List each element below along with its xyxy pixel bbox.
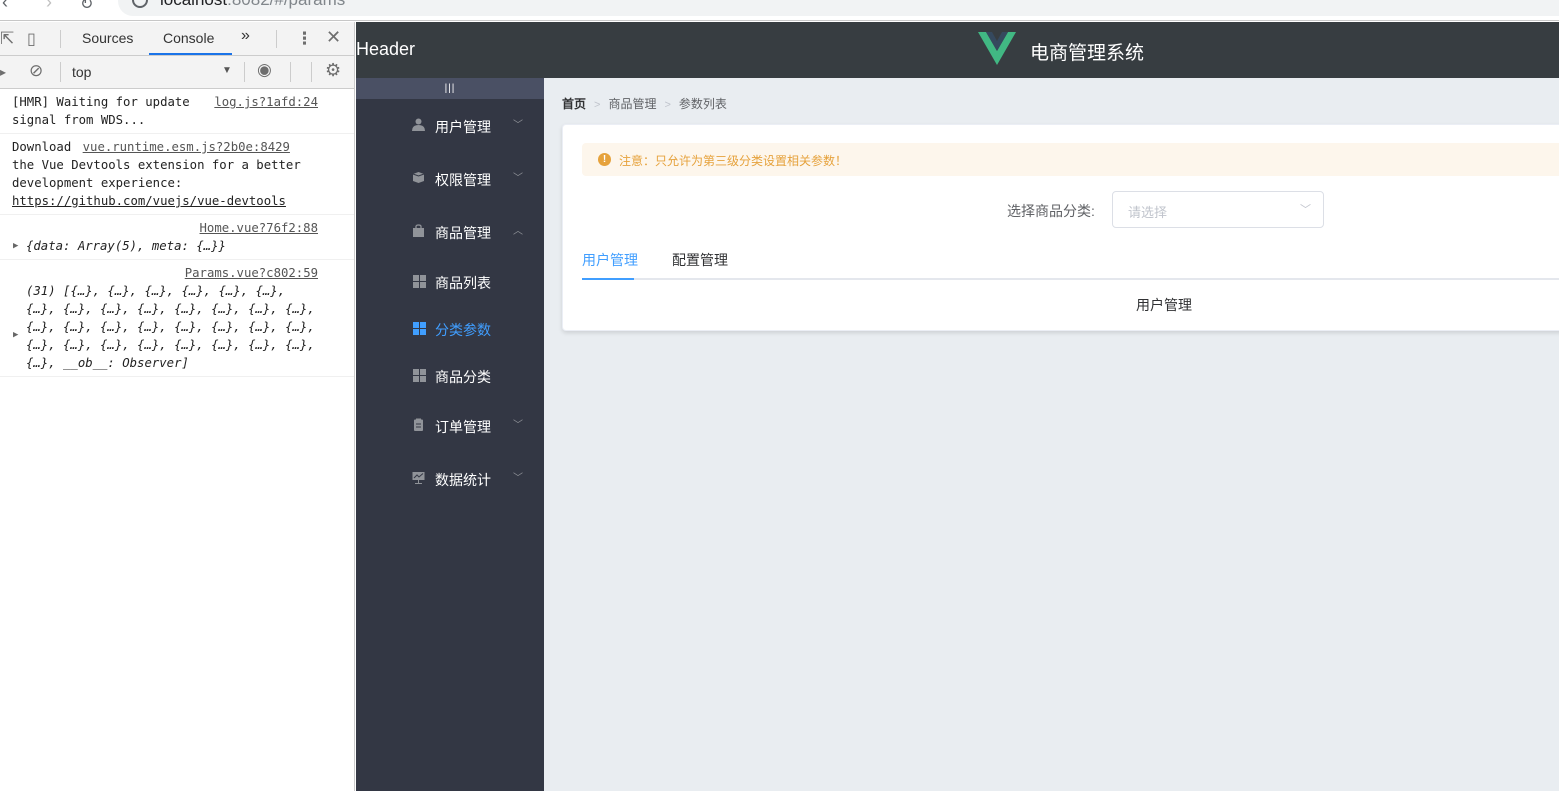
shopping-bag-icon [413,224,424,237]
sidebar-item-orders[interactable]: 订单管理 ﹀ [356,399,544,452]
sidebar-item-statistics[interactable]: 数据统计 ﹀ [356,452,544,505]
chevron-down-icon: ﹀ [513,473,523,484]
chevron-down-icon: ﹀ [1300,204,1311,216]
sidebar-subitem-goods-list[interactable]: 商品列表 [356,258,544,305]
devtools-link[interactable]: https://github.com/vuejs/vue-devtools [12,194,286,208]
sidebar-subitem-label: 商品列表 [435,275,491,291]
breadcrumb-separator-icon: > [594,99,601,111]
app-header: Header 电商管理系统 [356,22,1559,78]
breadcrumb-item: 参数列表 [678,97,727,111]
box-icon [412,172,425,183]
grid-icon [413,275,426,288]
app-container: Header 电商管理系统 ||| 用户管理 ﹀ 权限管理 ﹀ 商品管理 ︿ 商… [356,22,1559,791]
sidebar-subitem-label: 商品分类 [435,369,491,385]
sidebar-toggle-icon[interactable]: ▸ [0,65,6,79]
message-object[interactable]: {data: Array(5), meta: {…}} [12,237,318,255]
expand-triangle-icon[interactable]: ▶ [13,326,18,344]
forward-icon[interactable]: › [46,0,52,13]
vue-logo-icon [978,32,1016,65]
console-output: log.js?1afd:24 [HMR] Waiting for update … [0,89,354,377]
message-source-link[interactable]: Params.vue?c802:59 [185,266,318,280]
browser-bar: ‹ › ↻ localhost:8082/#/params [0,0,1559,21]
console-message: Params.vue?c802:59 ▶ (31) [{…}, {…}, {…}… [0,260,354,377]
sidebar-item-label: 权限管理 [435,172,491,188]
sidebar-item-goods[interactable]: 商品管理 ︿ [356,205,544,258]
breadcrumb: 首页 > 商品管理 > 参数列表 [562,95,727,112]
message-text: [HMR] Waiting for update signal from WDS… [12,95,190,127]
warning-alert: ! 注意：只允许为第三级分类设置相关参数！ [582,143,1559,176]
category-cascader[interactable]: 请选择 ﹀ [1112,191,1324,228]
eye-icon[interactable]: ◉ [257,60,272,80]
params-tabs: 用户管理 配置管理 [582,240,1559,280]
tab-console[interactable]: Console [163,30,214,46]
category-select-label: 选择商品分类: [1007,203,1095,219]
chevron-down-icon: ﹀ [513,120,523,131]
message-prefix: Download [12,140,72,154]
tab-pane-content: 用户管理 [1136,297,1192,313]
console-message: Download vue.runtime.esm.js?2b0e:8429 th… [0,134,354,215]
info-icon[interactable] [132,0,148,8]
sidebar-subitem-goods-category[interactable]: 商品分类 [356,352,544,399]
message-array[interactable]: (31) [{…}, {…}, {…}, {…}, {…}, {…}, {…},… [12,282,318,372]
clear-console-icon[interactable]: ⊘ [29,61,43,81]
back-icon[interactable]: ‹ [2,0,8,13]
user-icon [412,118,425,131]
devtools-panel: ⇱ ▯ Sources Console » ⋮ ✕ ▸ ⊘ top ▼ ◉ ⚙ … [0,22,355,791]
context-selector[interactable]: top [72,64,91,80]
warning-icon: ! [598,153,611,166]
device-toggle-icon[interactable]: ▯ [27,29,36,49]
devtools-tabbar: ⇱ ▯ Sources Console » ⋮ ✕ [0,22,354,56]
active-tab-indicator [582,278,634,280]
more-tabs-icon[interactable]: » [241,27,250,45]
active-tab-indicator [149,53,232,55]
chevron-down-icon: ﹀ [513,420,523,431]
sidebar-item-permissions[interactable]: 权限管理 ﹀ [356,152,544,205]
sidebar: ||| 用户管理 ﹀ 权限管理 ﹀ 商品管理 ︿ 商品列表 分类参数 商品分类 [356,78,544,791]
main-content: 首页 > 商品管理 > 参数列表 ! 注意：只允许为第三级分类设置相关参数！ 选择商品分… [544,78,1559,791]
grid-icon [413,322,426,335]
breadcrumb-separator-icon: > [664,99,671,111]
console-message: log.js?1afd:24 [HMR] Waiting for update … [0,89,354,134]
sidebar-collapse-toggle[interactable]: ||| [356,78,544,99]
message-source-link[interactable]: Home.vue?76f2:88 [200,221,318,235]
console-toolbar: ▸ ⊘ top ▼ ◉ ⚙ [0,56,354,89]
breadcrumb-item: 商品管理 [608,97,657,111]
expand-triangle-icon[interactable]: ▶ [13,237,18,255]
chart-board-icon [412,472,425,484]
clipboard-icon [414,418,423,431]
chevron-down-icon[interactable]: ▼ [222,65,232,76]
sidebar-item-label: 订单管理 [435,419,491,435]
tab-user-management[interactable]: 用户管理 [582,250,638,270]
app-title: 电商管理系统 [1030,43,1145,64]
kebab-menu-icon[interactable]: ⋮ [296,29,313,49]
tab-sources[interactable]: Sources [82,30,133,46]
message-source-link[interactable]: log.js?1afd:24 [214,93,318,111]
close-icon[interactable]: ✕ [326,27,341,48]
params-card: ! 注意：只允许为第三级分类设置相关参数！ 选择商品分类: 请选择 ﹀ 用户管理… [562,124,1559,331]
sidebar-subitem-label: 分类参数 [435,322,491,338]
cascader-placeholder: 请选择 [1128,205,1168,220]
sidebar-item-users[interactable]: 用户管理 ﹀ [356,99,544,152]
grid-icon [413,369,426,382]
settings-gear-icon[interactable]: ⚙ [325,60,341,81]
url-host: localhost [160,0,227,9]
message-source-link[interactable]: vue.runtime.esm.js?2b0e:8429 [83,140,290,154]
console-message: Home.vue?76f2:88 ▶ {data: Array(5), meta… [0,215,354,260]
tab-config-management[interactable]: 配置管理 [672,250,728,270]
sidebar-item-label: 用户管理 [435,119,491,135]
message-text: the Vue Devtools extension for a better … [12,158,301,190]
breadcrumb-home[interactable]: 首页 [562,97,586,111]
sidebar-subitem-category-params[interactable]: 分类参数 [356,305,544,352]
inspect-element-icon[interactable]: ⇱ [0,29,14,49]
sidebar-item-label: 数据统计 [435,472,491,488]
sidebar-item-label: 商品管理 [435,225,491,241]
url-path: :8082/#/params [227,0,345,9]
header-label: Header [356,39,416,59]
chevron-down-icon: ﹀ [513,173,523,184]
address-bar[interactable]: localhost:8082/#/params [118,0,1559,16]
chevron-up-icon: ︿ [513,226,523,237]
alert-text: 注意：只允许为第三级分类设置相关参数！ [619,154,848,168]
reload-icon[interactable]: ↻ [80,0,93,14]
